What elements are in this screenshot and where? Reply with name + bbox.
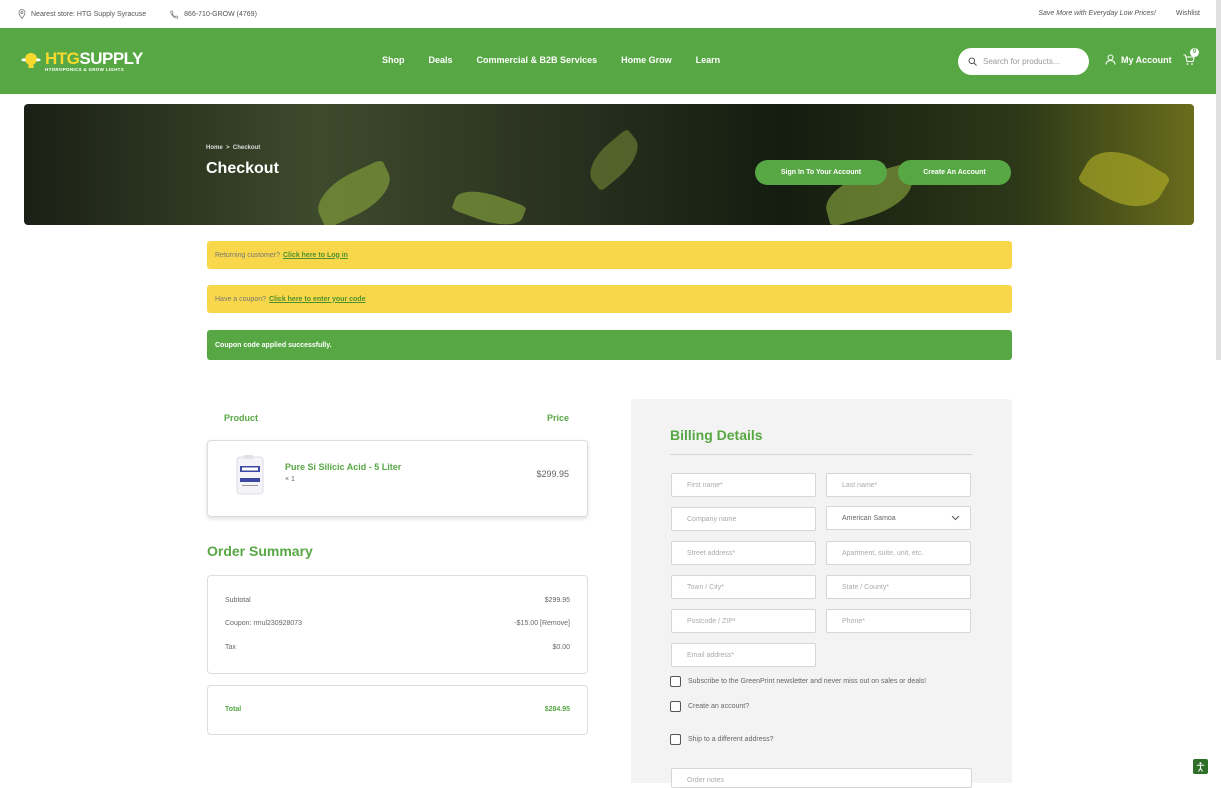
breadcrumb-current: Checkout (232, 145, 261, 151)
promo-text: Save More with Everyday Low Prices! (1038, 10, 1156, 17)
page-title: Checkout (206, 160, 279, 177)
site-logo[interactable]: HTGSUPPLY HYDROPONICS & GROW LIGHTS (20, 50, 143, 72)
breadcrumb-home[interactable]: Home (206, 145, 223, 151)
create-account-checkbox[interactable]: Create an account? (670, 701, 749, 712)
nav-shop[interactable]: Shop (382, 55, 405, 65)
lightbulb-logo-icon (21, 53, 41, 68)
phone-text: 866-710-GROW (4769) (184, 10, 257, 18)
country-selected-value: American Samoa (842, 514, 896, 522)
site-header: HTGSUPPLY HYDROPONICS & GROW LIGHTS Shop… (0, 28, 1221, 94)
create-account-checkbox-box[interactable] (670, 701, 681, 712)
returning-customer-notice: Returning customer? Click here to Log in (207, 241, 1012, 269)
main-nav: Shop Deals Commercial & B2B Services Hom… (382, 55, 720, 65)
postcode-field[interactable]: Postcode / ZIP* (671, 609, 816, 633)
nav-deals[interactable]: Deals (429, 55, 453, 65)
returning-customer-text: Returning customer? (215, 251, 280, 259)
subtotal-label: Subtotal (225, 597, 251, 604)
subtotal-row: Subtotal $299.95 (225, 597, 570, 604)
store-phone[interactable]: 866-710-GROW (4769) (170, 10, 257, 19)
coupon-notice: Have a coupon? Click here to enter your … (207, 285, 1012, 313)
checkout-hero-banner: Home > Checkout Checkout Sign In To Your… (24, 104, 1194, 225)
billing-divider (670, 454, 972, 455)
nav-commercial[interactable]: Commercial & B2B Services (477, 55, 598, 65)
leaf-decoration (580, 128, 648, 192)
nearest-store-text: Nearest store: HTG Supply Syracuse (31, 10, 147, 18)
breadcrumb-separator: > (226, 145, 230, 151)
coupon-success-message: Coupon code applied successfully. (207, 330, 1012, 360)
state-field[interactable]: State / County* (826, 575, 971, 599)
cart-item: Pure Si Silicic Acid - 5 Liter × 1 $299.… (207, 440, 588, 517)
total-value: $284.95 (544, 706, 570, 713)
tax-label: Tax (225, 644, 236, 651)
accessibility-button[interactable] (1193, 759, 1208, 774)
search-input[interactable]: Search for products... (958, 48, 1089, 75)
coupon-value-remove[interactable]: -$15.00 [Remove] (514, 620, 570, 627)
my-account-link[interactable]: My Account (1105, 54, 1172, 65)
tax-value: $0.00 (552, 644, 570, 651)
leaf-decoration (451, 182, 527, 225)
billing-details-panel: Billing Details First name* Last name* C… (631, 399, 1012, 788)
accessibility-icon (1196, 761, 1205, 772)
coupon-notice-text: Have a coupon? (215, 295, 266, 303)
company-name-field[interactable]: Company name (671, 507, 816, 531)
phone-field[interactable]: Phone* (826, 609, 971, 633)
user-icon (1105, 54, 1116, 65)
newsletter-checkbox-box[interactable] (670, 676, 681, 687)
apartment-field[interactable]: Apartment, suite, unit, etc. (826, 541, 971, 565)
cart-button[interactable]: 0 (1183, 48, 1199, 71)
sign-in-button[interactable]: Sign In To Your Account (755, 160, 887, 185)
cart-count-badge: 0 (1190, 48, 1199, 57)
breadcrumb: Home > Checkout (206, 145, 260, 151)
my-account-label: My Account (1121, 54, 1172, 65)
order-summary-card: Subtotal $299.95 Coupon: rmul230928073 -… (207, 575, 588, 674)
newsletter-checkbox[interactable]: Subscribe to the GreenPrint newsletter a… (670, 676, 926, 687)
coupon-label: Coupon: rmul230928073 (225, 620, 303, 627)
wishlist-link[interactable]: Wishlist (1176, 10, 1200, 17)
order-total-card: Total $284.95 (207, 685, 588, 735)
ship-different-checkbox[interactable]: Ship to a different address? (670, 734, 773, 745)
city-field[interactable]: Town / City* (671, 575, 816, 599)
subtotal-value: $299.95 (544, 597, 570, 604)
chevron-down-icon (951, 515, 960, 521)
phone-icon (170, 10, 179, 19)
product-price: $299.95 (536, 469, 569, 479)
total-label: Total (225, 706, 242, 713)
first-name-field[interactable]: First name* (671, 473, 816, 497)
leaf-decoration (309, 158, 399, 225)
order-summary-title: Order Summary (207, 543, 313, 559)
logo-supply: SUPPLY (79, 48, 143, 68)
product-column-header: Product (224, 413, 259, 423)
create-account-button[interactable]: Create An Account (898, 160, 1011, 185)
create-account-label: Create an account? (688, 703, 750, 710)
tax-row: Tax $0.00 (225, 644, 570, 651)
top-bar: Nearest store: HTG Supply Syracuse 866-7… (0, 0, 1221, 28)
product-image[interactable] (234, 455, 266, 495)
order-notes-field[interactable]: Order notes (671, 768, 972, 788)
product-name[interactable]: Pure Si Silicic Acid - 5 Liter (285, 462, 401, 472)
nav-learn[interactable]: Learn (696, 55, 721, 65)
search-placeholder: Search for products... (983, 57, 1060, 66)
location-pin-icon (18, 9, 26, 19)
last-name-field[interactable]: Last name* (826, 473, 971, 497)
coupon-row: Coupon: rmul230928073 -$15.00 [Remove] (225, 620, 570, 627)
search-icon (968, 57, 977, 66)
billing-title: Billing Details (670, 427, 763, 443)
street-address-field[interactable]: Street address* (671, 541, 816, 565)
price-column-header: Price (547, 413, 570, 423)
country-select[interactable]: American Samoa (826, 506, 971, 530)
leaf-decoration (1076, 137, 1172, 221)
nearest-store[interactable]: Nearest store: HTG Supply Syracuse (18, 9, 146, 19)
email-field[interactable]: Email address* (671, 643, 816, 667)
login-link[interactable]: Click here to Log in (283, 252, 348, 259)
enter-coupon-link[interactable]: Click here to enter your code (269, 296, 365, 303)
nav-home-grow[interactable]: Home Grow (621, 55, 672, 65)
page-scrollbar[interactable] (1216, 0, 1221, 360)
ship-different-checkbox-box[interactable] (670, 734, 681, 745)
ship-different-label: Ship to a different address? (688, 736, 774, 743)
product-quantity: × 1 (285, 476, 295, 483)
newsletter-label: Subscribe to the GreenPrint newsletter a… (688, 678, 927, 685)
logo-htg: HTG (45, 48, 80, 68)
